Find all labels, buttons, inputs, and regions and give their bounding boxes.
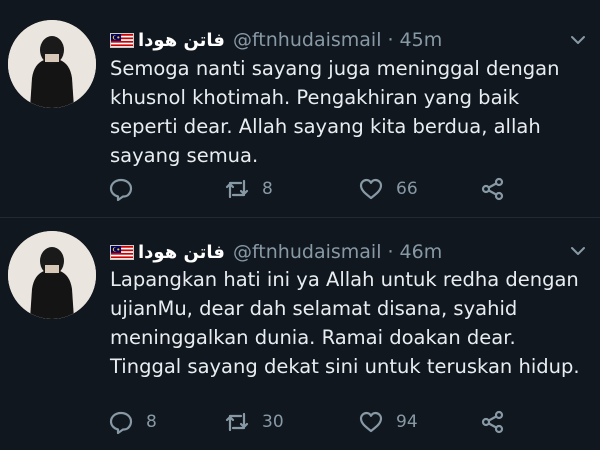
share-icon bbox=[481, 410, 504, 434]
share-button[interactable] bbox=[480, 174, 506, 204]
retweet-button[interactable]: 30 bbox=[224, 407, 284, 437]
reply-button[interactable]: 8 bbox=[108, 407, 157, 437]
separator-dot: · bbox=[387, 29, 394, 51]
malaysia-flag-icon bbox=[110, 32, 134, 48]
share-icon bbox=[481, 177, 504, 201]
tweet-text: Semoga nanti sayang juga meninggal denga… bbox=[110, 57, 560, 167]
tweet-actions: 8 30 94 bbox=[108, 407, 528, 437]
retweet-icon bbox=[225, 179, 249, 199]
tweet-text: Lapangkan hati ini ya Allah untuk redha … bbox=[110, 268, 580, 378]
chevron-down-icon[interactable] bbox=[570, 34, 586, 46]
share-button[interactable] bbox=[480, 407, 506, 437]
reply-icon bbox=[109, 411, 133, 435]
tweet-header: فاتن هودا @ftnhudaismail · 45m bbox=[110, 26, 560, 54]
avatar[interactable] bbox=[8, 231, 96, 319]
tweet[interactable]: فاتن هودا @ftnhudaismail · 46m Lapangkan… bbox=[0, 219, 600, 450]
retweet-icon bbox=[225, 412, 249, 432]
reply-count: 8 bbox=[146, 412, 157, 432]
user-handle[interactable]: @ftnhudaismail bbox=[233, 29, 382, 51]
tweet-actions: 8 66 bbox=[108, 174, 528, 204]
chevron-down-icon[interactable] bbox=[570, 245, 586, 257]
malaysia-flag-icon bbox=[110, 244, 134, 260]
like-count: 94 bbox=[396, 412, 418, 432]
separator-dot: · bbox=[387, 241, 394, 263]
reply-icon bbox=[109, 178, 133, 202]
heart-icon bbox=[359, 178, 383, 200]
like-count: 66 bbox=[396, 179, 418, 199]
user-handle[interactable]: @ftnhudaismail bbox=[233, 241, 382, 263]
tweet[interactable]: فاتن هودا @ftnhudaismail · 45m Semoga na… bbox=[0, 0, 600, 218]
display-name[interactable]: فاتن هودا bbox=[138, 30, 225, 51]
retweet-button[interactable]: 8 bbox=[224, 174, 273, 204]
timestamp[interactable]: 46m bbox=[400, 241, 443, 263]
retweet-count: 8 bbox=[262, 179, 273, 199]
reply-button[interactable] bbox=[108, 174, 146, 204]
like-button[interactable]: 66 bbox=[358, 174, 418, 204]
retweet-count: 30 bbox=[262, 412, 284, 432]
avatar[interactable] bbox=[8, 20, 96, 108]
heart-icon bbox=[359, 411, 383, 433]
tweet-header: فاتن هودا @ftnhudaismail · 46m bbox=[110, 238, 560, 266]
like-button[interactable]: 94 bbox=[358, 407, 418, 437]
display-name[interactable]: فاتن هودا bbox=[138, 242, 225, 263]
timestamp[interactable]: 45m bbox=[400, 29, 443, 51]
